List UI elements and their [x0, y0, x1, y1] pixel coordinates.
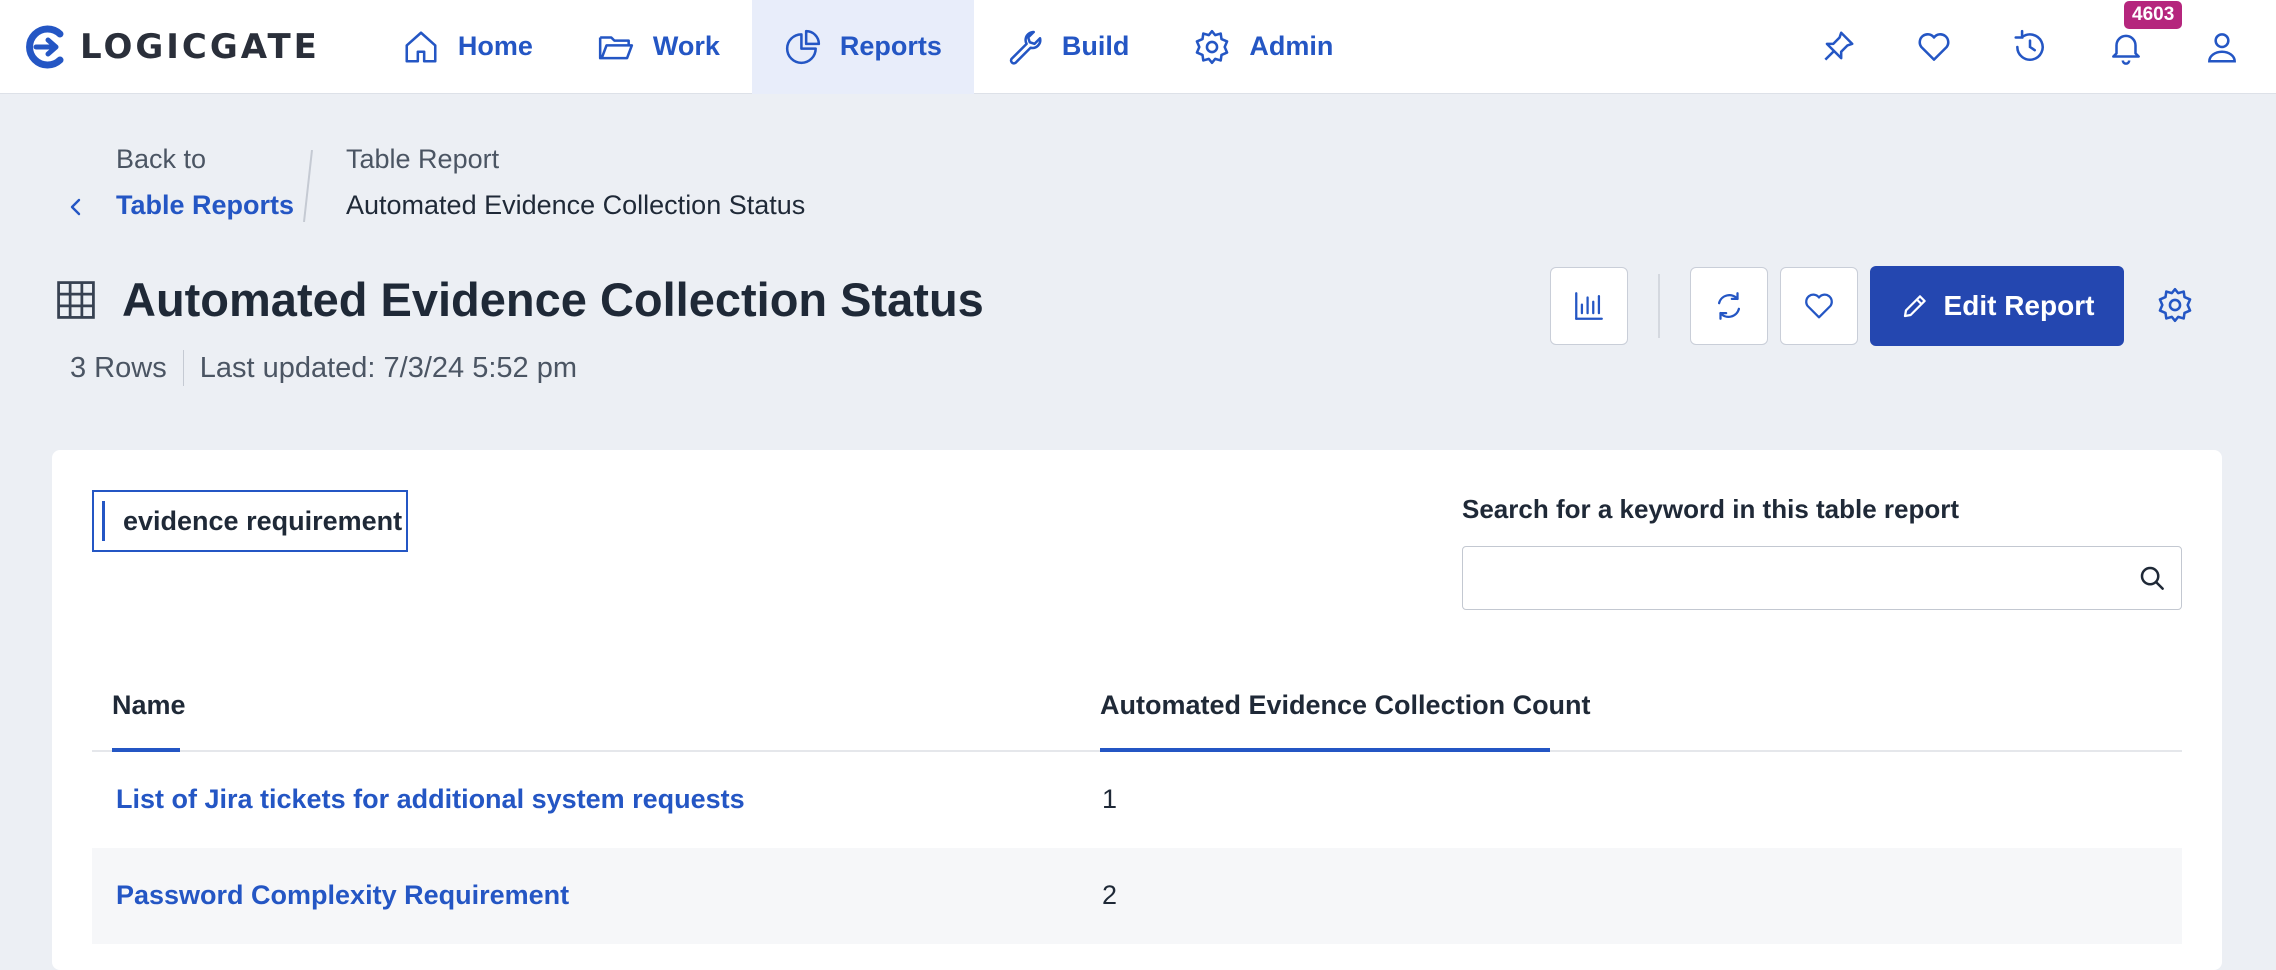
pencil-icon — [1903, 295, 1926, 318]
home-icon — [405, 30, 437, 63]
nav-utilities: 4603 — [1790, 0, 2276, 94]
meta-separator — [182, 350, 184, 386]
filter-chip[interactable]: evidence requirement — [92, 490, 408, 552]
row-name-link[interactable]: List of Jira tickets for additional syst… — [116, 784, 745, 815]
bar-chart-icon — [1575, 292, 1603, 320]
nav-admin-label: Admin — [1249, 31, 1334, 61]
report-meta: 3 Rows Last updated: 7/3/24 5:52 pm — [70, 350, 577, 386]
gear-icon — [2158, 287, 2192, 323]
report-toolbar: Edit Report — [1550, 266, 2196, 346]
nav-reports[interactable]: Reports — [751, 0, 974, 94]
top-navigation-bar: LOGICGATE Home Work Reports Build Admin … — [0, 0, 2276, 94]
user-icon — [2208, 33, 2236, 63]
column-header-count[interactable]: Automated Evidence Collection Count — [1100, 690, 1591, 721]
page-title-row: Automated Evidence Collection Status — [54, 272, 984, 327]
refresh-button[interactable] — [1690, 267, 1768, 345]
row-count: 3 Rows — [70, 351, 167, 384]
row-name-link[interactable]: Password Complexity Requirement — [116, 880, 569, 911]
nav-reports-label: Reports — [839, 31, 942, 61]
logicgate-logo-icon — [26, 25, 64, 68]
brand-name: LOGICGATE — [80, 26, 320, 67]
table-row: Password Complexity Requirement 2 — [92, 848, 2182, 944]
history-button[interactable] — [2010, 27, 2050, 67]
refresh-icon — [1717, 292, 1741, 320]
heart-icon — [1805, 293, 1833, 319]
user-menu-button[interactable] — [2202, 27, 2242, 67]
logo[interactable]: LOGICGATE — [20, 0, 320, 94]
nav-work-label: Work — [652, 31, 720, 61]
nav-build[interactable]: Build — [974, 0, 1162, 94]
main-nav: Home Work Reports Build Admin — [370, 0, 1366, 94]
chart-view-button[interactable] — [1550, 267, 1628, 345]
table-row: List of Jira tickets for additional syst… — [92, 752, 2182, 848]
nav-home[interactable]: Home — [370, 0, 565, 94]
filter-chip-label: evidence requirement — [123, 505, 403, 536]
bell-icon — [2112, 34, 2140, 65]
nav-admin[interactable]: Admin — [1161, 0, 1365, 94]
nav-build-label: Build — [1061, 31, 1130, 61]
table-header-row: Name Automated Evidence Collection Count — [92, 660, 2182, 752]
favorites-button[interactable] — [1914, 27, 1954, 67]
folder-icon — [598, 35, 633, 59]
last-updated: Last updated: 7/3/24 5:52 pm — [199, 351, 577, 384]
row-count-value: 1 — [1102, 784, 1118, 814]
report-table: Name Automated Evidence Collection Count… — [92, 660, 2182, 944]
nav-work[interactable]: Work — [565, 0, 752, 94]
breadcrumb-back-prefix: Back to — [116, 144, 207, 174]
breadcrumb-report-type: Table Report — [346, 144, 500, 174]
row-count-value: 2 — [1102, 880, 1118, 910]
report-settings-button[interactable] — [2156, 286, 2196, 326]
edit-report-button[interactable]: Edit Report — [1870, 266, 2124, 346]
heart-icon — [1918, 33, 1950, 61]
search-label: Search for a keyword in this table repor… — [1462, 494, 1960, 524]
pin-button[interactable] — [1818, 27, 1858, 67]
gear-icon — [1196, 29, 1229, 64]
breadcrumb-back-link[interactable]: Table Reports — [116, 190, 294, 221]
column-header-name[interactable]: Name — [112, 690, 186, 721]
chevron-left-icon[interactable] — [66, 195, 86, 219]
favorite-report-button[interactable] — [1780, 267, 1858, 345]
edit-report-label: Edit Report — [1943, 290, 2095, 321]
breadcrumb-current: Automated Evidence Collection Status — [346, 190, 806, 220]
notification-count-badge: 4603 — [2124, 1, 2183, 29]
table-grid-icon — [57, 280, 95, 319]
search-box — [1462, 546, 2182, 610]
history-icon — [2014, 29, 2044, 61]
report-card: evidence requirement Search for a keywor… — [52, 450, 2222, 970]
pin-icon — [1824, 31, 1854, 61]
search-input[interactable] — [1463, 547, 2139, 607]
pie-chart-icon — [785, 29, 821, 64]
wrench-icon — [1009, 30, 1042, 65]
breadcrumb-divider — [303, 150, 313, 222]
nav-home-label: Home — [457, 31, 533, 61]
search-icon[interactable] — [2137, 563, 2167, 593]
page-title: Automated Evidence Collection Status — [122, 273, 984, 326]
toolbar-separator — [1658, 274, 1660, 338]
filter-chip-accent — [102, 501, 105, 541]
notifications-button[interactable]: 4603 — [2106, 1, 2183, 67]
